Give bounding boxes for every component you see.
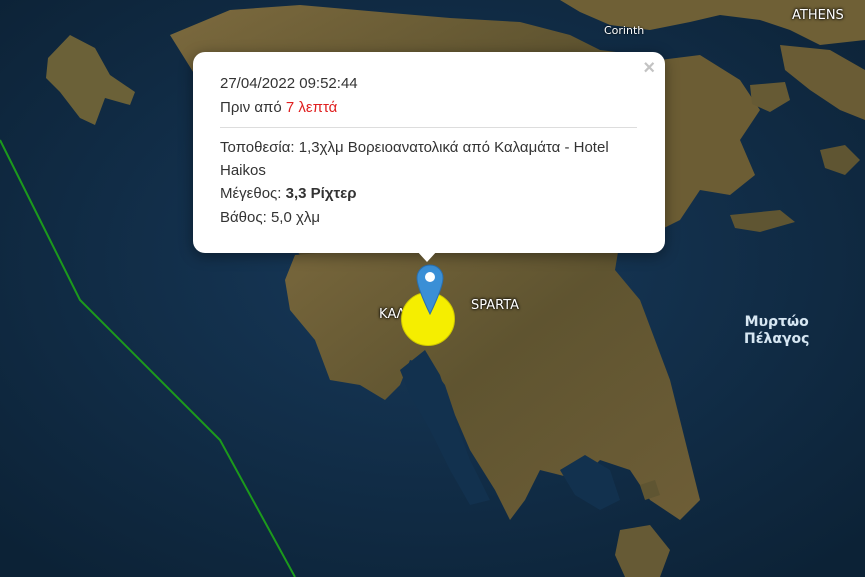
place-label-athens: ATHENS xyxy=(792,8,844,23)
place-label-corinth: Corinth xyxy=(604,24,645,37)
sea-label-myrtoan: Μυρτώο Πέλαγος xyxy=(744,314,809,348)
earthquake-popup: × 27/04/2022 09:52:44 Πριν από 7 λεπτά Τ… xyxy=(193,52,665,253)
magnitude-line: Μέγεθος: 3,3 Ρίχτερ xyxy=(220,182,639,206)
sea-label-line2: Πέλαγος xyxy=(744,331,810,347)
popup-divider xyxy=(220,127,637,128)
map-view[interactable]: ATHENS Corinth ΚΑΛΑΜΑΤΑ SPARTA Μυρτώο Πέ… xyxy=(0,0,865,577)
event-datetime: 27/04/2022 09:52:44 xyxy=(220,75,358,92)
sea-label-line1: Μυρτώο xyxy=(744,314,809,330)
depth-label: Βάθος: xyxy=(220,209,271,226)
map-pin-icon[interactable] xyxy=(416,264,444,316)
magnitude-value: 3,3 Ρίχτερ xyxy=(285,185,357,202)
time-ago-value: 7 λεπτά xyxy=(285,99,338,116)
time-ago: Πριν από 7 λεπτά xyxy=(220,96,639,120)
location-label: Τοποθεσία: xyxy=(220,139,299,156)
time-ago-prefix: Πριν από xyxy=(220,99,286,116)
popup-tip xyxy=(416,250,438,262)
location-line: Τοποθεσία: 1,3χλμ Βορειοανατολικά από Κα… xyxy=(220,136,639,182)
close-icon[interactable]: × xyxy=(643,58,655,78)
magnitude-label: Μέγεθος: xyxy=(220,185,286,202)
depth-value: 5,0 χλμ xyxy=(270,209,320,226)
depth-line: Βάθος: 5,0 χλμ xyxy=(220,206,639,230)
place-label-sparta: SPARTA xyxy=(471,298,520,313)
